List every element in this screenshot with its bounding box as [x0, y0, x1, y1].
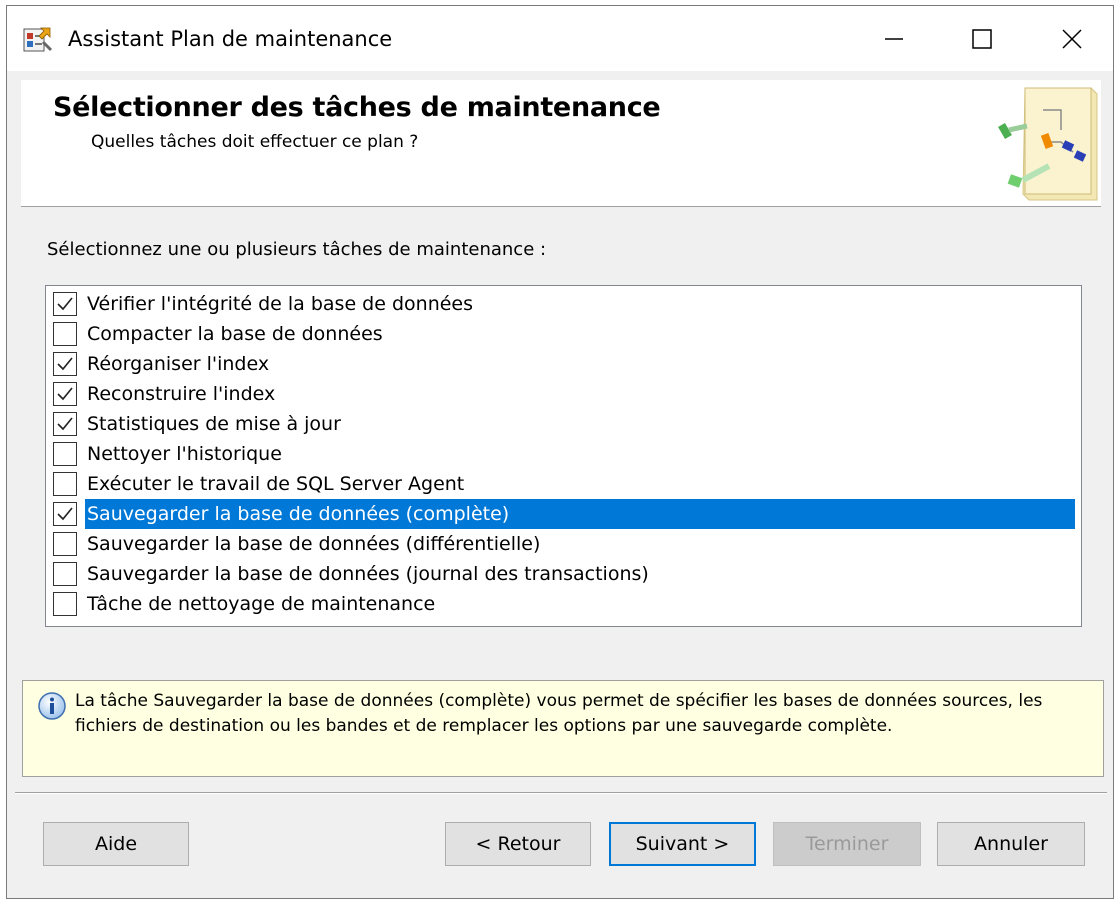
page-subtitle: Quelles tâches doit effectuer ce plan ? [91, 132, 419, 152]
cancel-button[interactable]: Annuler [937, 822, 1085, 866]
task-list-item[interactable]: Compacter la base de données [51, 319, 1075, 349]
close-button[interactable] [1027, 6, 1117, 71]
task-checkbox[interactable] [53, 382, 77, 406]
task-label: Sauvegarder la base de données (complète… [87, 503, 510, 525]
task-description-text: La tâche Sauvegarder la base de données … [75, 691, 1043, 736]
footer-separator [15, 792, 1107, 794]
task-label: Sauvegarder la base de données (différen… [87, 533, 541, 555]
task-list-item[interactable]: Sauvegarder la base de données (journal … [51, 559, 1075, 589]
task-label-area[interactable]: Sauvegarder la base de données (complète… [85, 499, 1075, 529]
finish-button[interactable]: Terminer [773, 822, 921, 866]
task-checkbox[interactable] [53, 412, 77, 436]
task-label-area[interactable]: Vérifier l'intégrité de la base de donné… [85, 289, 1075, 319]
task-label: Reconstruire l'index [87, 383, 276, 405]
task-label-area[interactable]: Nettoyer l'historique [85, 439, 1075, 469]
checkmark-icon [57, 387, 73, 401]
task-description-box: La tâche Sauvegarder la base de données … [22, 680, 1104, 777]
task-label-area[interactable]: Exécuter le travail de SQL Server Agent [85, 469, 1075, 499]
back-button[interactable]: < Retour [445, 822, 591, 866]
task-checkbox[interactable] [53, 352, 77, 376]
task-list-item[interactable]: Sauvegarder la base de données (différen… [51, 529, 1075, 559]
task-label: Nettoyer l'historique [87, 443, 282, 465]
task-label-area[interactable]: Réorganiser l'index [85, 349, 1075, 379]
task-label-area[interactable]: Sauvegarder la base de données (journal … [85, 559, 1075, 589]
maximize-icon [972, 28, 992, 49]
task-list-item[interactable]: Statistiques de mise à jour [51, 409, 1075, 439]
checkmark-icon [57, 357, 73, 371]
maximize-button[interactable] [937, 6, 1027, 71]
minimize-icon [885, 37, 903, 40]
task-list-item[interactable]: Nettoyer l'historique [51, 439, 1075, 469]
task-checkbox[interactable] [53, 322, 77, 346]
task-checkbox[interactable] [53, 562, 77, 586]
maintenance-task-list[interactable]: Vérifier l'intégrité de la base de donné… [45, 285, 1082, 627]
close-icon [1062, 28, 1082, 49]
task-list-item[interactable]: Tâche de nettoyage de maintenance [51, 589, 1075, 619]
task-checkbox[interactable] [53, 502, 77, 526]
task-label: Compacter la base de données [87, 323, 383, 345]
next-button[interactable]: Suivant > [609, 822, 756, 866]
task-label: Sauvegarder la base de données (journal … [87, 563, 649, 585]
maintenance-plan-wizard-window: Assistant Plan de maintenance Sélectionn… [6, 5, 1114, 899]
checkmark-icon [57, 297, 73, 311]
window-title: Assistant Plan de maintenance [68, 27, 393, 51]
minimize-button[interactable] [849, 6, 939, 71]
task-list-item[interactable]: Vérifier l'intégrité de la base de donné… [51, 289, 1075, 319]
task-label: Exécuter le travail de SQL Server Agent [87, 473, 465, 495]
task-label-area[interactable]: Statistiques de mise à jour [85, 409, 1075, 439]
task-label: Tâche de nettoyage de maintenance [87, 593, 436, 615]
maintenance-plan-graphic-icon [987, 80, 1101, 206]
task-list-item[interactable]: Sauvegarder la base de données (complète… [51, 499, 1075, 529]
title-bar: Assistant Plan de maintenance [7, 6, 1113, 71]
task-label-area[interactable]: Sauvegarder la base de données (différen… [85, 529, 1075, 559]
task-checkbox[interactable] [53, 532, 77, 556]
wizard-header: Sélectionner des tâches de maintenance Q… [21, 80, 1101, 207]
task-label: Réorganiser l'index [87, 353, 270, 375]
task-list-item[interactable]: Réorganiser l'index [51, 349, 1075, 379]
task-checkbox[interactable] [53, 442, 77, 466]
task-checkbox[interactable] [53, 292, 77, 316]
checkmark-icon [57, 417, 73, 431]
page-title: Sélectionner des tâches de maintenance [53, 92, 661, 123]
info-icon [37, 691, 67, 721]
task-label-area[interactable]: Reconstruire l'index [85, 379, 1075, 409]
task-label: Vérifier l'intégrité de la base de donné… [87, 293, 474, 315]
task-checkbox[interactable] [53, 592, 77, 616]
task-list-item[interactable]: Reconstruire l'index [51, 379, 1075, 409]
help-button[interactable]: Aide [43, 822, 189, 866]
task-label-area[interactable]: Compacter la base de données [85, 319, 1075, 349]
task-label: Statistiques de mise à jour [87, 413, 341, 435]
task-label-area[interactable]: Tâche de nettoyage de maintenance [85, 589, 1075, 619]
task-checkbox[interactable] [53, 472, 77, 496]
task-list-item[interactable]: Exécuter le travail de SQL Server Agent [51, 469, 1075, 499]
wizard-app-icon [23, 26, 53, 54]
task-selection-label: Sélectionnez une ou plusieurs tâches de … [47, 239, 547, 260]
checkmark-icon [57, 507, 73, 521]
